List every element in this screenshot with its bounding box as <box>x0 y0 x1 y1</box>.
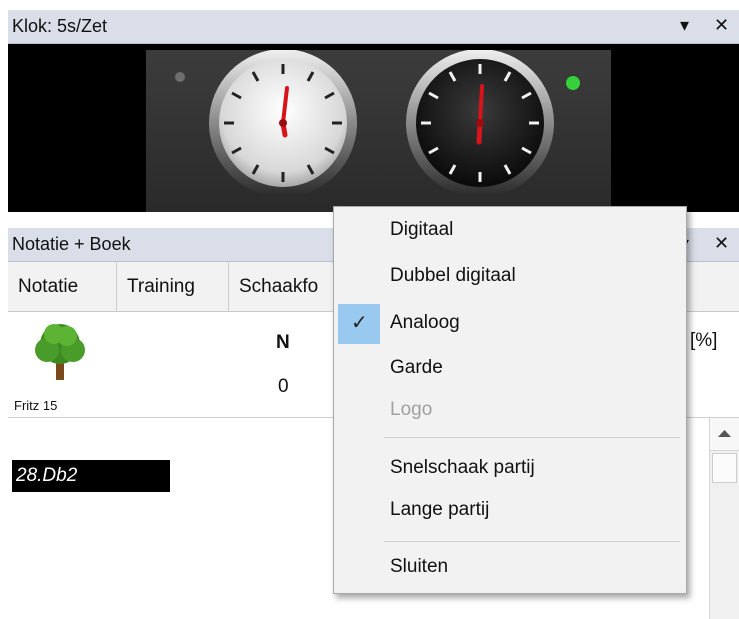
clock-panel-close-icon[interactable]: ✕ <box>714 15 729 36</box>
right-clock-led <box>566 76 580 90</box>
col-n-value: 0 <box>278 376 289 397</box>
col-percent-header: [%] <box>690 330 718 351</box>
menu-item-digitaal[interactable]: Digitaal <box>390 219 453 241</box>
menu-item-logo: Logo <box>390 399 433 420</box>
check-icon: ✓ <box>351 312 368 334</box>
menu-item-snelschaak-partij[interactable]: Snelschaak partij <box>390 457 535 479</box>
scroll-thumb[interactable] <box>712 453 737 483</box>
clock-panel-titlebar: Klok: 5s/Zet ▾ ✕ <box>8 10 739 44</box>
scroll-up-button[interactable] <box>710 418 739 451</box>
scroll-up-icon <box>718 430 731 437</box>
clock-display <box>8 44 739 212</box>
notation-panel-close-icon[interactable]: ✕ <box>714 233 729 254</box>
menu-separator <box>384 437 680 438</box>
analog-clocks <box>175 49 580 197</box>
menu-item-dubbel-digitaal[interactable]: Dubbel digitaal <box>390 265 516 287</box>
clock-panel-dropdown-icon[interactable]: ▾ <box>680 15 689 36</box>
right-analog-clock <box>406 49 554 197</box>
tab-training[interactable]: Training <box>117 262 229 311</box>
tree-icon <box>35 324 85 380</box>
clock-style-context-menu: ✓ Digitaal Dubbel digitaal Analoog Garde… <box>333 206 687 594</box>
current-move[interactable]: 28.Db2 <box>12 460 170 492</box>
menu-separator <box>384 541 680 542</box>
notation-panel-title: Notatie + Boek <box>12 234 131 254</box>
menu-item-analoog[interactable]: Analoog <box>390 312 460 334</box>
notation-scrollbar[interactable] <box>709 418 739 619</box>
tab-notatie[interactable]: Notatie <box>8 262 117 311</box>
col-n-header: N <box>276 332 290 353</box>
menu-item-sluiten[interactable]: Sluiten <box>390 556 448 578</box>
left-analog-clock <box>209 49 357 197</box>
menu-item-garde[interactable]: Garde <box>390 357 443 379</box>
tab-schaakfo[interactable]: Schaakfo <box>229 262 349 311</box>
engine-name: Fritz 15 <box>14 398 58 413</box>
menu-item-lange-partij[interactable]: Lange partij <box>390 499 489 521</box>
clock-background <box>146 49 611 212</box>
clock-panel-title: Klok: 5s/Zet <box>12 16 108 36</box>
left-clock-led <box>175 72 185 82</box>
